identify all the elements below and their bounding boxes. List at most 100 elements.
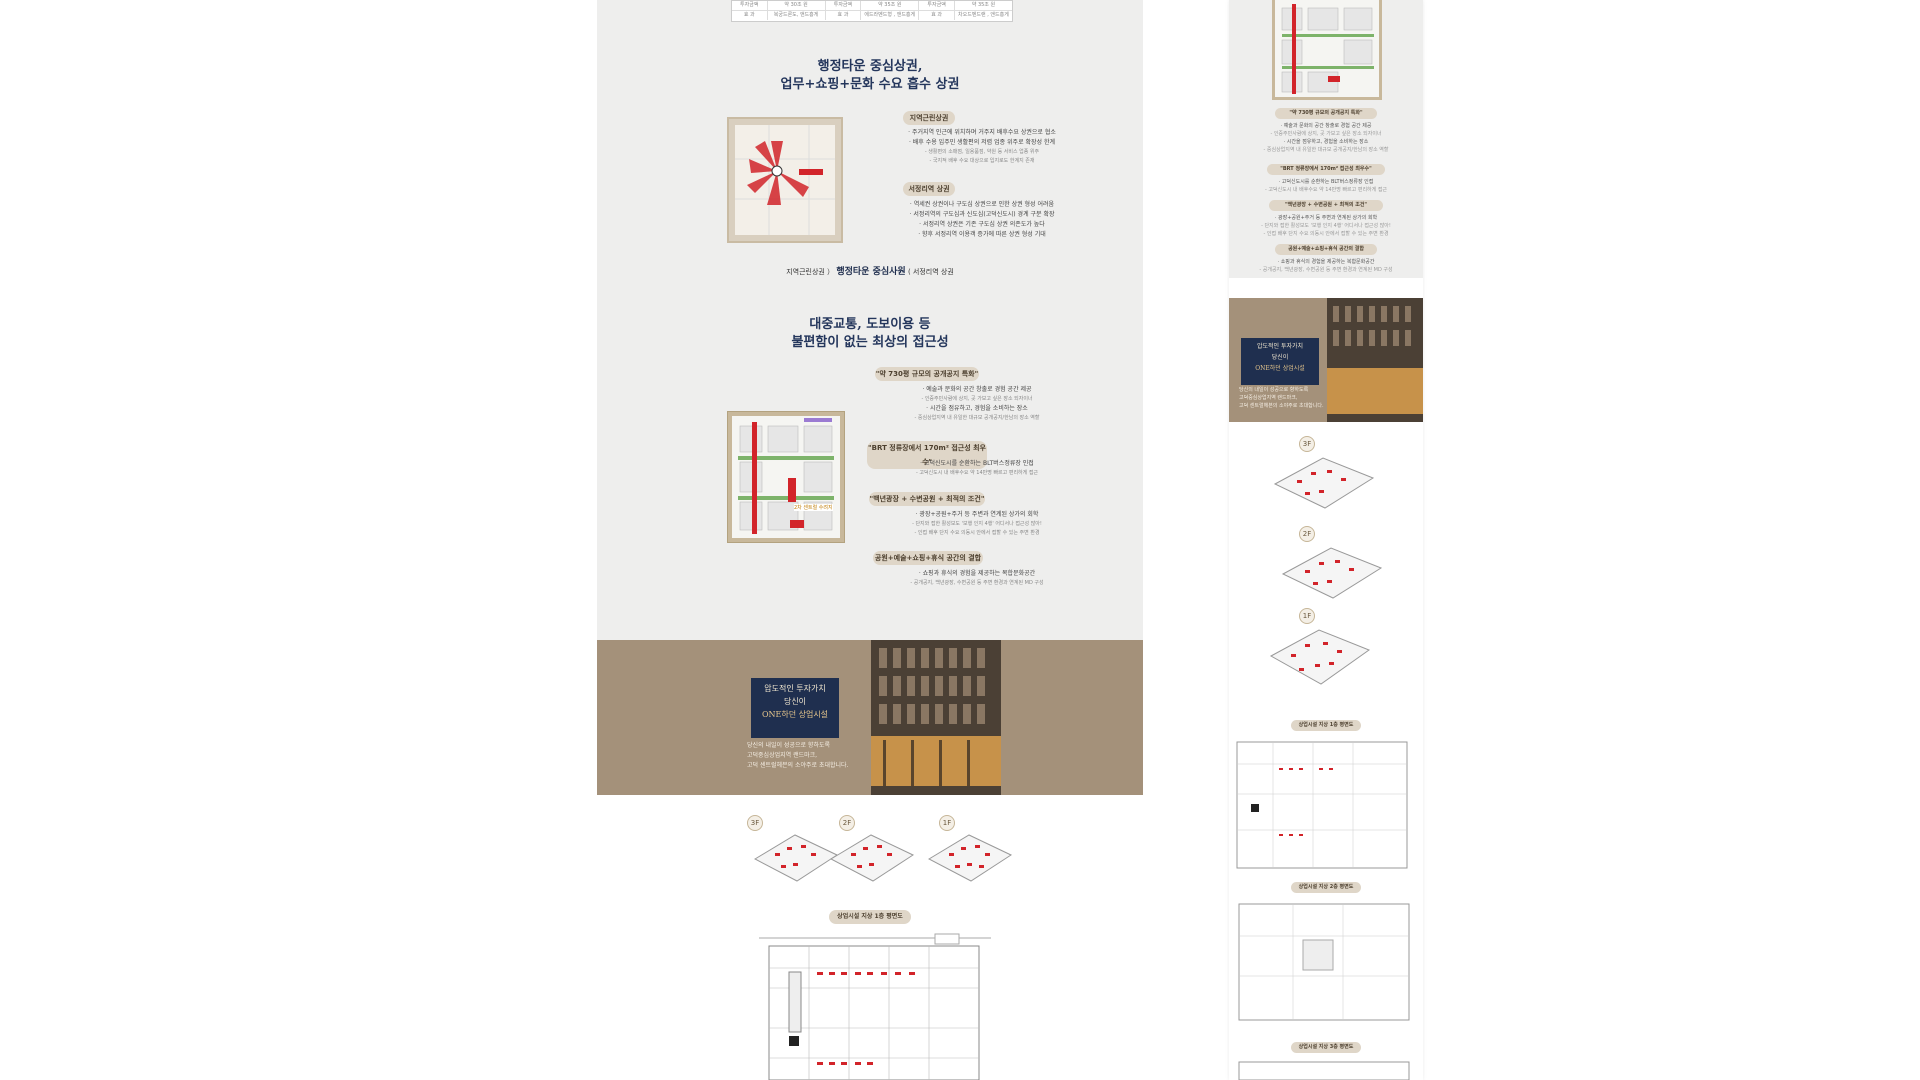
right-white-gap <box>1229 278 1423 298</box>
right-plan-3f <box>1238 1061 1410 1080</box>
table-cell: 투자금액 <box>919 1 955 10</box>
floor-2f-plan <box>829 834 915 882</box>
pill-complex: 공원+예술+쇼핑+휴식 공간의 결합 <box>873 551 983 565</box>
sub-text: - 인증주민사람에 상지, 곳 가보고 싶은 장소 되자이너 <box>921 396 1033 402</box>
banner-line1: 압도적인 투자가치 <box>764 684 826 693</box>
banner-line1: 압도적인 투자가치 <box>1256 343 1304 350</box>
floor-1f-plan <box>927 834 1013 882</box>
bullet-text: · 주거지역 인근에 위치하며 거주지 배후수요 상권으로 협소 <box>908 129 1056 136</box>
bullet-text: · 광장+공원+주거 등 주변과 연계된 상가의 회학 <box>1274 215 1378 221</box>
sub-text: - 공개공지, 백년광장, 수변공원 등 주변 환경과 연계된 MD 구성 <box>1259 267 1393 273</box>
plan-title-pill: 상업시설 지상 1층 평면도 <box>829 910 911 924</box>
table-cell: 투자금액 <box>826 1 862 10</box>
sub-text: - 단지와 접한 활성보도 '보행 인지 4행' 어디서나 접근성 많아! <box>912 521 1042 527</box>
banner-line2: 당신이 <box>783 697 807 706</box>
bullet-text: · 광장+공원+주거 등 주변과 연계된 상가의 회학 <box>915 511 1039 518</box>
caption-part: 지역근린상권 ） <box>786 268 835 276</box>
map-callout: 2차 센트럴 수려지 <box>794 504 833 511</box>
section2-block1: · 예술과 문화의 공간 창출로 경험 공간 제공 - 인증주민사람에 상지, … <box>837 385 1117 423</box>
pill-open-space: "약 730평 규모의 공개공지 특화" <box>875 367 979 381</box>
bullet-text: · 쇼핑과 휴식의 경험을 제공하는 복합문화공간 <box>918 570 1036 577</box>
section2-title-line2: 불편함이 없는 최상의 접근성 <box>791 335 949 350</box>
banner-desc-line: 당신의 내일이 성공으로 향하도록 <box>747 742 831 749</box>
section2-title: 대중교통, 도보이용 등 불편함이 없는 최상의 접근성 <box>597 316 1143 352</box>
section1-title: 행정타운 중심상권, 업무+쇼핑+문화 수요 흡수 상권 <box>597 58 1143 94</box>
right-text-block: · 쇼핑과 휴식의 경험을 제공하는 복합문화공간 - 공개공지, 백년광장, … <box>1239 258 1413 274</box>
right-plan-title: 상업시설 지상 3층 평면도 <box>1291 1042 1361 1053</box>
section2-title-line1: 대중교통, 도보이용 등 <box>809 317 931 332</box>
bullet-text: · 예술과 문화의 공간 창출로 경험 공간 제공 <box>1280 123 1372 129</box>
bullet-text: · 서정리역의 구도심과 신도심(고덕신도시) 경계 구분 확장 <box>909 211 1055 218</box>
right-text-block: · 예술과 문화의 공간 창출로 경험 공간 제공 - 인증주민사람에 상지, … <box>1239 122 1413 154</box>
floors-area: 3F 2F 1F 상업시설 지상 1층 평면도 <box>597 795 1143 1080</box>
left-column[interactable]: 투자금액 약 30조 원 투자금액 약 35조 원 투자금액 약 35조 원 효… <box>597 0 1143 1080</box>
right-pill-brt: "BRT 정류장에서 170m² 접근성 최우수" <box>1267 164 1385 175</box>
sub-text: - 고덕신도시 내 배후수요 약 14만명 빠르고 편리하게 접근 <box>1264 187 1388 193</box>
banner-desc-line: 고덕중심상업지역 랜드마크, <box>1239 395 1298 401</box>
section1-bullets2: · 역세권 상권이나 구도심 상권으로 인한 상권 형성 어려움 · 서정리역의… <box>847 200 1117 240</box>
section2-block2: · 고덕신도시를 순환하는 BLT버스정류장 인접 - 고덕신도시 내 배후수요… <box>837 459 1117 478</box>
radial-map-graphic <box>735 125 835 235</box>
right-text-block: · 광장+공원+주거 등 주변과 연계된 상가의 회학 - 단지와 접한 활성보… <box>1239 214 1413 238</box>
pill-local-shops: 지역근린상권 <box>903 111 955 125</box>
table-cell: 복궁드론도, 앤드흥게 <box>768 11 826 20</box>
bullet-text: · 시간을 점유하고, 경험을 소비하는 장소 <box>926 405 1028 412</box>
right-plan-title: 상업시설 지상 1층 평면도 <box>1291 720 1361 731</box>
right-banner-desc: 당신의 내일이 성공으로 향하도록 고덕중심상업지역 랜드마크, 고덕 센트럴헤… <box>1239 386 1389 410</box>
bullet-text: · 향후 서정리역 이용객 증가에 따른 상권 형성 기대 <box>918 231 1046 238</box>
sub-text: - 생활편의 소매점, 일용품점, 약원 등 서비스 업종 위주 <box>924 149 1040 155</box>
section1-title-line1: 행정타운 중심상권, <box>817 59 923 74</box>
pill-station-shops: 서정리역 상권 <box>903 182 955 196</box>
right-floor-2f <box>1281 547 1383 599</box>
bullet-text: · 시간을 점유하고, 경험을 소비하는 장소 <box>1283 139 1369 145</box>
bullet-text: · 예술과 문화의 공간 창출로 경험 공간 제공 <box>922 386 1032 393</box>
sub-text: - 인접 배후 단지 수요 의동시 안에서 접할 수 있는 주변 환경 <box>914 530 1040 536</box>
info-table: 투자금액 약 30조 원 투자금액 약 35조 원 투자금액 약 35조 원 효… <box>731 0 1013 22</box>
right-banner-title-box: 압도적인 투자가치 당신이 ONE하던 상업시설 <box>1241 338 1319 385</box>
table-cell: 투자금액 <box>732 1 768 10</box>
section1-caption: 지역근린상권 ） 행정타운 중심사원 ( 서정리역 상권 <box>597 264 1143 277</box>
bullet-text: · 쇼핑과 휴식의 경험을 제공하는 복합문화공간 <box>1277 259 1375 265</box>
banner-line3: ONE하던 상업시설 <box>1255 365 1305 372</box>
bullet-text: · 고덕신도시를 순환하는 BLT버스정류장 인접 <box>920 460 1034 467</box>
right-floor-3f <box>1273 457 1375 509</box>
right-plan-2f <box>1238 903 1410 1021</box>
section1-title-line2: 업무+쇼핑+문화 수요 흡수 상권 <box>780 77 960 92</box>
first-floor-blueprint <box>759 933 991 1080</box>
table-cell: 에드라벤드형 , 앤드흥게 <box>861 11 920 20</box>
sub-text: - 공개공지, 백년광장, 수변공원 등 주변 환경과 연계된 MD 구성 <box>910 580 1044 586</box>
bullet-text: · 서정리역 상권은 기존 구도심 상권 의존도가 높다 <box>919 221 1045 228</box>
caption-part: ( 서정리역 상권 <box>907 268 954 276</box>
bullet-text: · 고덕신도시를 순환하는 BLT버스정류장 인접 <box>1278 179 1374 185</box>
building-render <box>871 640 1001 795</box>
sub-text: - 인증주민사람에 상지, 곳 가보고 싶은 장소 되자이너 <box>1270 131 1382 137</box>
sub-text: - 중심상업지역 내 유일한 대규모 공개공지/한남의 장소 역할 <box>1263 147 1389 153</box>
right-text-block: · 고덕신도시를 순환하는 BLT버스정류장 인접 - 고덕신도시 내 배후수요… <box>1239 178 1413 194</box>
right-pill-open-space: "약 730평 규모의 공개공지 특화" <box>1275 108 1377 119</box>
sub-text: - 단지와 접한 활성보도 '보행 인지 4행' 어디서나 접근성 많아! <box>1261 223 1391 229</box>
bullet-text: · 역세권 상권이나 구도심 상권으로 인한 상권 형성 어려움 <box>909 201 1055 208</box>
right-plan-1f <box>1236 741 1408 869</box>
investment-banner: 압도적인 투자가치 당신이 ONE하던 상업시설 당신의 내일이 성공으로 향하… <box>597 640 1143 795</box>
banner-desc: 당신의 내일이 성공으로 향하도록 고덕중심상업지역 랜드마크, 고덕 센트럴헤… <box>747 741 887 771</box>
section1-bullets1: · 주거지역 인근에 위치하며 거주지 배후수요 상권으로 협소 · 배후 수용… <box>847 128 1117 166</box>
right-access-map <box>1272 0 1382 100</box>
banner-desc-line: 당신의 내일이 성공으로 향하도록 <box>1239 387 1309 393</box>
access-map-graphic <box>732 416 840 538</box>
banner-desc-line: 고덕중심상업지역 랜드마크, <box>747 752 818 759</box>
pill-plaza: "백년광장 + 수변공원 + 최적의 조건" <box>869 492 985 506</box>
table-cell: 효 과 <box>826 11 862 20</box>
right-column[interactable]: "약 730평 규모의 공개공지 특화" · 예술과 문화의 공간 창출로 경험… <box>1229 0 1423 1080</box>
table-cell: 효 과 <box>732 11 768 20</box>
right-pill-plaza: "백년광장 + 수변공원 + 최적의 조건" <box>1269 200 1383 211</box>
sub-text: - 국지적 배후 수요 대상으로 입지로도 한계지 존재 <box>929 158 1035 164</box>
table-cell: 약 30조 원 <box>768 1 826 10</box>
banner-desc-line: 고덕 센트럴헤븐의 소야주로 초대합니다. <box>747 762 849 769</box>
table-cell: 효 과 <box>919 11 955 20</box>
banner-line2: 당신이 <box>1271 354 1289 361</box>
sub-text: - 중심상업지역 내 유일한 대규모 공개공지/한남의 장소 역할 <box>914 415 1040 421</box>
sub-text: - 인접 배후 단지 수요 의동시 안에서 접할 수 있는 주변 환경 <box>1263 231 1389 237</box>
radial-map <box>727 117 843 243</box>
caption-emphasis: 행정타운 중심사원 <box>836 267 906 277</box>
banner-desc-line: 고덕 센트럴헤븐의 소야주로 초대합니다. <box>1239 403 1324 409</box>
